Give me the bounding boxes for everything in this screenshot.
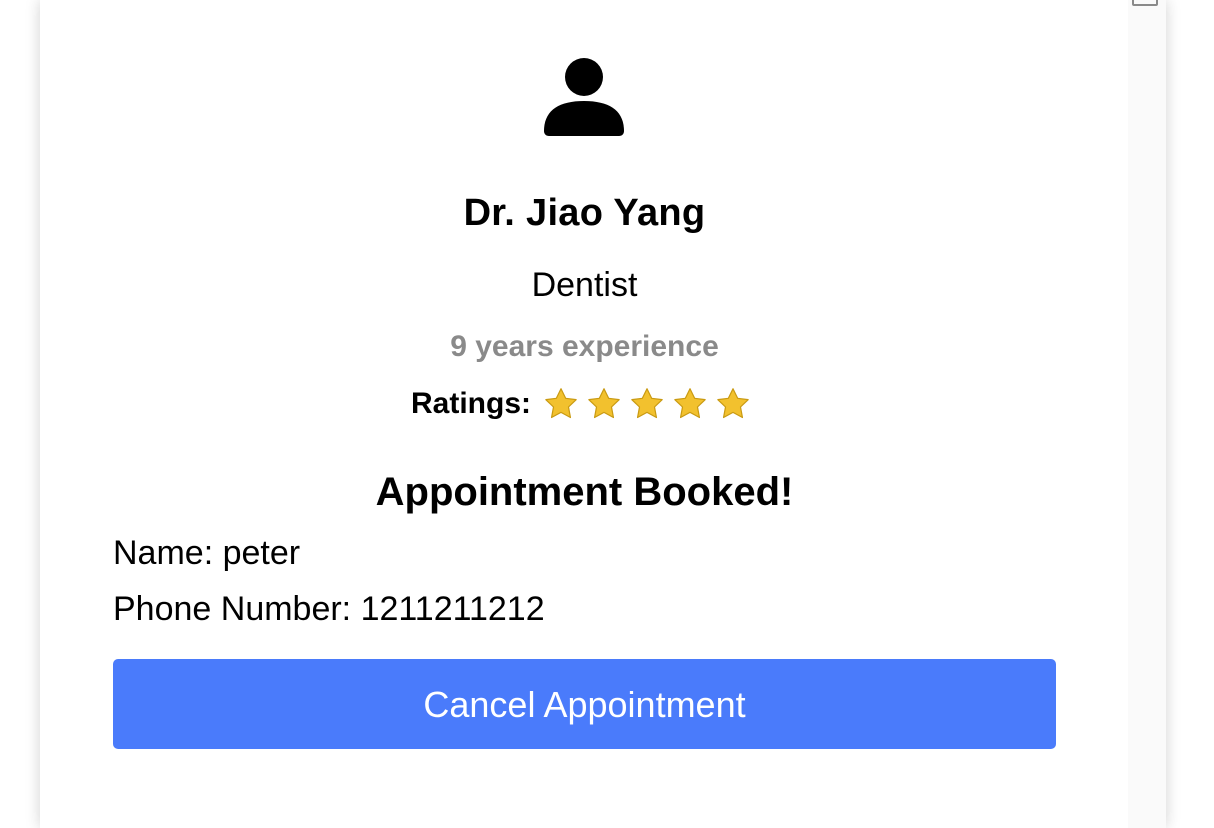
- ratings-label: Ratings:: [411, 387, 531, 420]
- star-icon: [717, 388, 749, 419]
- appointment-booked-title: Appointment Booked!: [375, 470, 794, 514]
- appointment-phone: Phone Number: 1211211212: [113, 590, 545, 628]
- doctor-specialty: Dentist: [531, 266, 638, 304]
- star-icon: [545, 388, 577, 419]
- star-icon: [588, 388, 620, 419]
- rating-stars: [543, 386, 758, 422]
- cancel-appointment-button[interactable]: Cancel Appointment: [113, 659, 1056, 749]
- appointment-name: Name: peter: [113, 534, 301, 572]
- star-icon: [674, 388, 706, 419]
- doctor-experience: 9 years experience: [450, 330, 719, 363]
- doctor-name: Dr. Jiao Yang: [463, 192, 706, 234]
- star-icon: [631, 388, 663, 419]
- ratings-row: Ratings:: [113, 386, 1056, 422]
- appointment-modal: Dr. Jiao Yang Dentist 9 years experience…: [40, 0, 1166, 828]
- scrollbar-track[interactable]: [1128, 0, 1166, 828]
- user-icon: [544, 58, 624, 136]
- scrollbar-thumb[interactable]: [1132, 0, 1158, 6]
